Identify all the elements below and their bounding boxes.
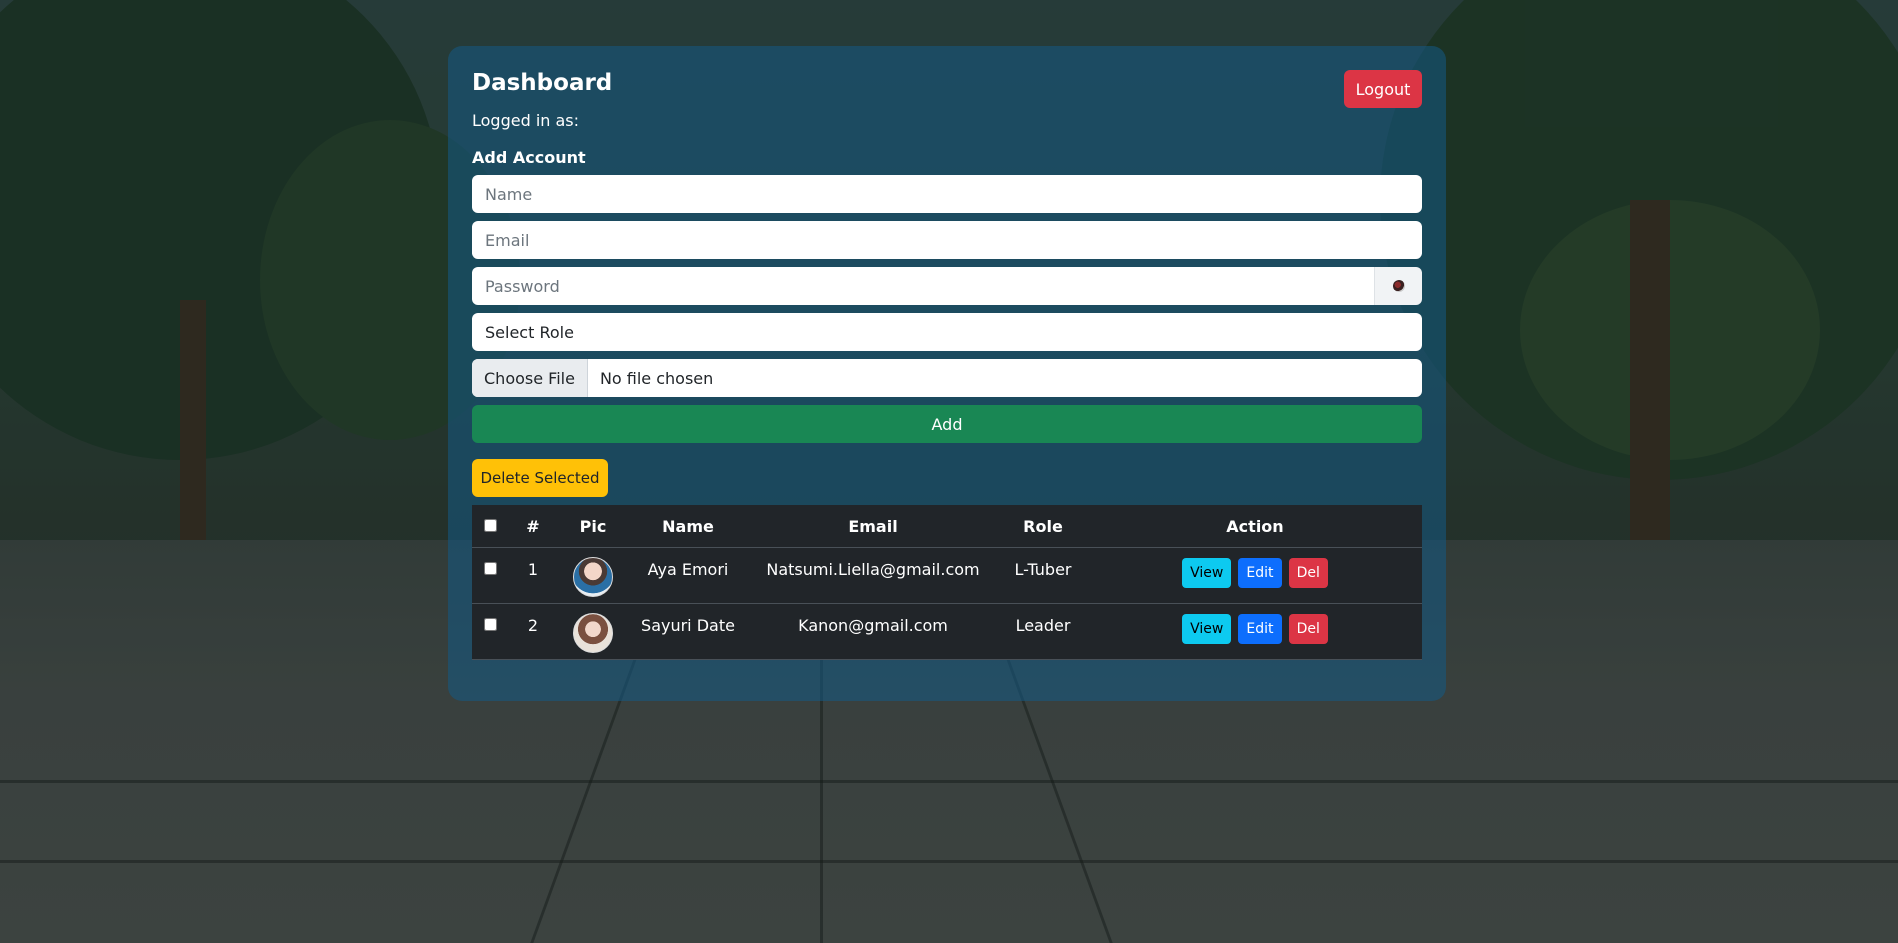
table-row: 1 Aya Emori Natsumi.Liella@gmail.com L-T… [472, 547, 1422, 604]
column-header-name: Name [628, 505, 748, 548]
row-checkbox[interactable] [483, 562, 497, 575]
add-account-heading: Add Account [472, 148, 586, 167]
row-email: Natsumi.Liella@gmail.com [748, 547, 998, 604]
row-name: Sayuri Date [628, 603, 748, 660]
row-role: L-Tuber [998, 547, 1088, 604]
edit-button[interactable]: Edit [1238, 558, 1282, 588]
password-group [472, 267, 1422, 305]
table-header-row: # Pic Name Email Role Action [472, 505, 1422, 548]
column-header-role: Role [998, 505, 1088, 548]
column-header-number: # [508, 505, 558, 548]
password-input[interactable] [472, 267, 1374, 305]
role-select[interactable]: Select Role [472, 313, 1422, 351]
email-input[interactable] [472, 221, 1422, 259]
row-number: 1 [508, 547, 558, 604]
delete-button[interactable]: Del [1288, 614, 1328, 644]
row-checkbox[interactable] [483, 618, 497, 631]
eye-icon[interactable] [1374, 267, 1422, 305]
table-row: 2 Sayuri Date Kanon@gmail.com Leader Vie… [472, 603, 1422, 660]
view-button[interactable]: View [1182, 614, 1232, 644]
select-all-cell [472, 505, 508, 548]
file-input[interactable]: Choose File No file chosen [472, 359, 1422, 397]
avatar [573, 557, 613, 597]
name-input[interactable] [472, 175, 1422, 213]
column-header-action: Action [1088, 505, 1422, 548]
dashboard-panel: Dashboard Logged in as: Logout Add Accou… [448, 46, 1446, 701]
add-button[interactable]: Add [472, 405, 1422, 443]
choose-file-button[interactable]: Choose File [472, 359, 588, 397]
column-header-pic: Pic [558, 505, 628, 548]
delete-button[interactable]: Del [1288, 558, 1328, 588]
accounts-table: # Pic Name Email Role Action 1 Aya Emori… [472, 505, 1422, 660]
logout-button[interactable]: Logout [1344, 70, 1422, 108]
row-role: Leader [998, 603, 1088, 660]
delete-selected-button[interactable]: Delete Selected [472, 459, 608, 497]
column-header-email: Email [748, 505, 998, 548]
row-number: 2 [508, 603, 558, 660]
edit-button[interactable]: Edit [1238, 614, 1282, 644]
page-title: Dashboard [472, 70, 613, 96]
view-button[interactable]: View [1182, 558, 1232, 588]
row-email: Kanon@gmail.com [748, 603, 998, 660]
select-all-checkbox[interactable] [483, 518, 497, 532]
row-name: Aya Emori [628, 547, 748, 604]
file-status: No file chosen [599, 368, 714, 388]
avatar [573, 613, 613, 653]
logged-in-label: Logged in as: [472, 111, 580, 130]
